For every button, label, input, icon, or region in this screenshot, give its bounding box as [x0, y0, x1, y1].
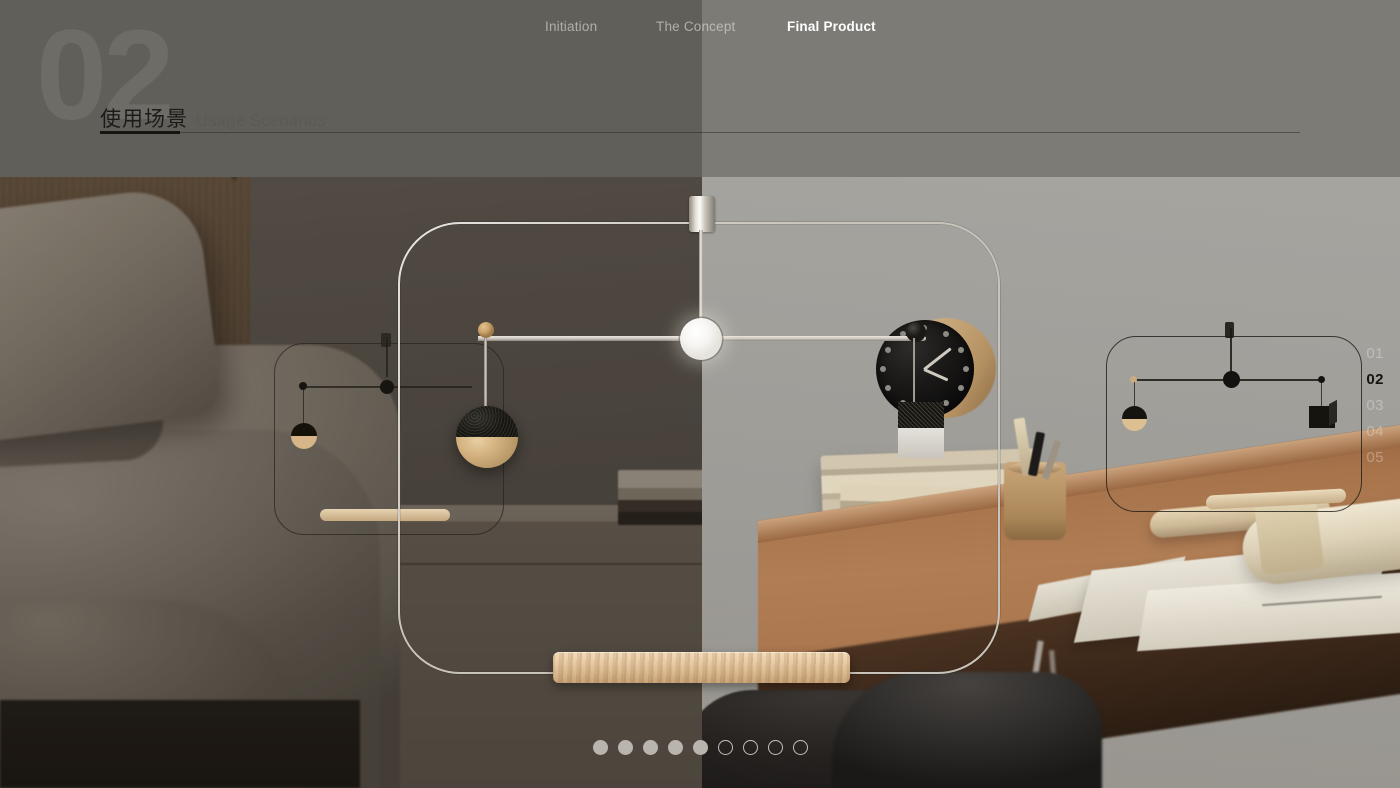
section-title-en: Usage Scenarios — [196, 112, 327, 130]
clock-marker — [943, 331, 949, 337]
clock-marker — [885, 385, 891, 391]
product-variant-bedroom — [274, 333, 504, 535]
mini-pendant-wire-left — [1134, 382, 1136, 408]
pillow-front — [0, 184, 224, 446]
clock-marker — [885, 347, 891, 353]
clock-marker — [880, 366, 886, 372]
mini-stem — [1230, 328, 1232, 376]
carousel-dots — [0, 740, 1400, 755]
side-pager-item-04[interactable]: 04 — [1366, 423, 1384, 440]
nav-item-initiation[interactable]: Initiation — [545, 19, 597, 34]
side-pager: 01 02 03 04 05 — [1366, 345, 1384, 466]
office-chair-back — [832, 672, 1102, 788]
mini-cube-pendant — [1309, 406, 1335, 428]
carousel-dot-6[interactable] — [717, 740, 733, 755]
mini-pendant-wire — [303, 389, 305, 427]
side-pager-item-02[interactable]: 02 — [1366, 371, 1384, 388]
clock-marker — [921, 325, 927, 331]
clock-marker — [900, 331, 906, 337]
nav-item-final-product[interactable]: Final Product — [787, 19, 876, 34]
mini-sphere-pendant — [1122, 406, 1147, 431]
clock-hour-hand — [923, 368, 949, 382]
clock-minute-hand — [923, 347, 952, 371]
carousel-dot-5[interactable] — [692, 740, 708, 755]
mini-stem — [386, 337, 388, 377]
mini-sphere-pendant — [291, 423, 317, 449]
side-pager-item-01[interactable]: 01 — [1366, 345, 1384, 362]
carousel-dot-7[interactable] — [742, 740, 758, 755]
clock-marker — [958, 385, 964, 391]
desk-clock-face — [876, 320, 974, 418]
product-variant-desk — [1106, 322, 1362, 512]
section-rule-accent — [100, 131, 180, 134]
mini-hub — [380, 380, 394, 394]
clock-marker — [963, 366, 969, 372]
clock-marker — [900, 400, 906, 406]
side-pager-item-03[interactable]: 03 — [1366, 397, 1384, 414]
carousel-dot-1[interactable] — [592, 740, 608, 755]
carousel-dot-8[interactable] — [767, 740, 783, 755]
nightstand-books — [618, 470, 702, 525]
carousel-dot-9[interactable] — [792, 740, 808, 755]
carousel-dot-3[interactable] — [642, 740, 658, 755]
wall-sconce-ring-icon — [222, 130, 246, 154]
clock-marker — [943, 400, 949, 406]
top-nav: Initiation The Concept Final Product — [0, 19, 1400, 39]
carousel-dot-4[interactable] — [667, 740, 683, 755]
presentation-slide: 02 Initiation The Concept Final Product … — [0, 0, 1400, 788]
mini-hub — [1223, 371, 1240, 388]
side-pager-item-05[interactable]: 05 — [1366, 449, 1384, 466]
section-title-cn: 使用场景 — [100, 107, 188, 131]
mini-pendant-wire-right — [1321, 382, 1323, 408]
carousel-dot-2[interactable] — [617, 740, 633, 755]
mini-wood-base — [320, 509, 450, 521]
clock-marker — [958, 347, 964, 353]
section-rule — [100, 132, 1300, 133]
nav-item-the-concept[interactable]: The Concept — [656, 19, 736, 34]
section-title: 使用场景 Usage Scenarios — [100, 103, 326, 133]
